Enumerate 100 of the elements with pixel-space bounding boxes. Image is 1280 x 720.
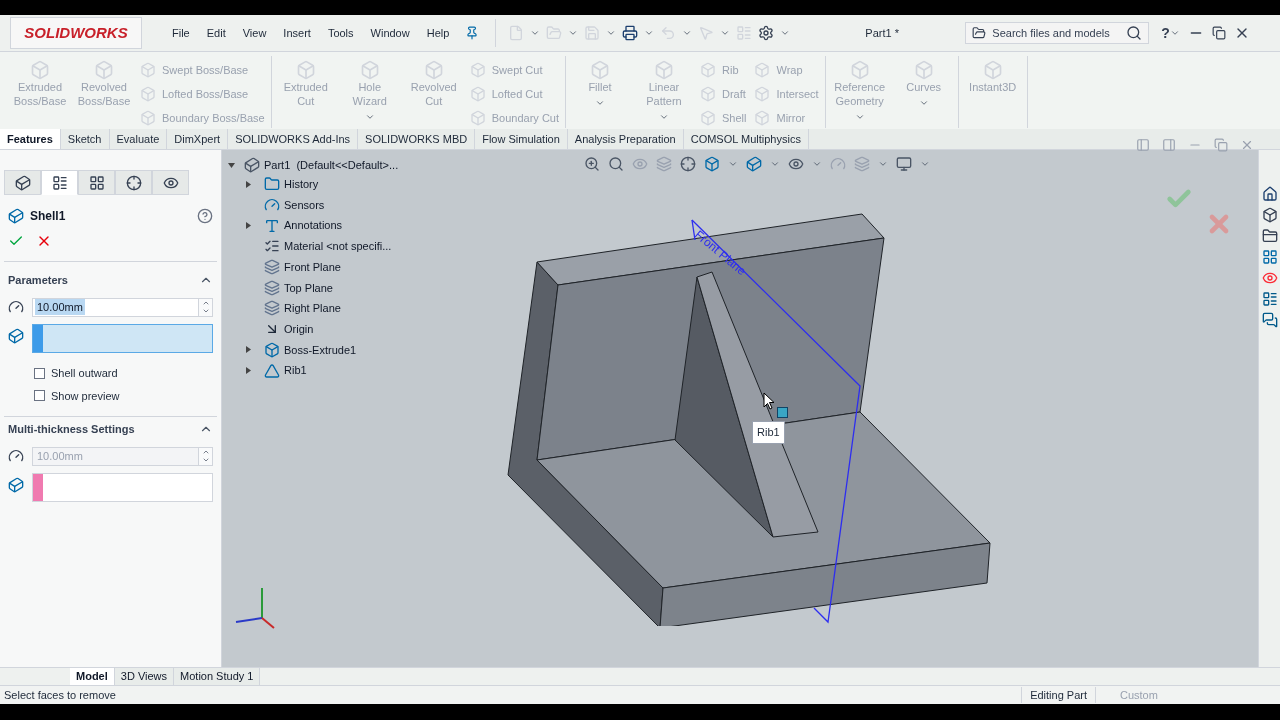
menu-item[interactable]: View — [242, 24, 267, 42]
cube-icon — [469, 110, 486, 126]
cube-icon — [849, 60, 870, 80]
model-tab[interactable]: Model — [70, 668, 115, 685]
tree-item[interactable]: Front Plane — [284, 258, 341, 276]
plane-icon — [264, 279, 280, 296]
cube-icon — [295, 60, 316, 80]
search-field[interactable]: Search files and models — [965, 22, 1150, 44]
spin-button[interactable] — [198, 298, 212, 316]
cube-icon — [754, 62, 771, 78]
search-icon[interactable] — [608, 156, 624, 172]
caret-icon[interactable] — [780, 28, 791, 38]
cube-icon — [754, 86, 771, 102]
home-icon[interactable] — [1261, 186, 1278, 202]
selection-handle[interactable] — [777, 407, 788, 418]
cube-icon — [30, 60, 50, 80]
caret-icon[interactable] — [878, 159, 888, 169]
caret-icon[interactable] — [770, 159, 780, 169]
caret-icon[interactable] — [1169, 28, 1180, 38]
list-icon[interactable] — [1261, 291, 1278, 307]
settings-icon[interactable] — [758, 25, 775, 41]
faces-list-field[interactable] — [32, 324, 213, 353]
zoom-icon[interactable] — [584, 156, 600, 172]
part-icon — [14, 174, 31, 191]
cube-icon — [359, 60, 380, 80]
panel-tab[interactable] — [115, 170, 152, 195]
menu-item[interactable]: Insert — [283, 24, 311, 42]
expand-arrow-icon[interactable] — [246, 367, 251, 375]
checkbox-option[interactable]: Show preview — [34, 387, 221, 404]
panel-left-icon[interactable] — [1136, 138, 1150, 152]
eye-icon[interactable] — [788, 156, 804, 172]
caret-icon[interactable] — [644, 28, 655, 38]
panel-right-icon[interactable] — [1162, 138, 1176, 152]
feature-title: Shell1 — [30, 208, 66, 225]
cube-icon — [982, 60, 1003, 80]
caret-icon[interactable] — [606, 28, 617, 38]
tree-item[interactable]: Boss-Extrude1 — [284, 341, 357, 359]
status-mode: Editing Part — [1021, 686, 1096, 704]
grid-icon[interactable] — [1261, 249, 1278, 265]
checkbox-option[interactable]: Shell outward — [34, 365, 221, 382]
expand-arrow-icon[interactable] — [246, 180, 251, 188]
panel-tab[interactable] — [152, 170, 189, 195]
tree-item[interactable]: Annotations — [284, 217, 343, 234]
crosshair-icon — [125, 174, 142, 191]
caret-icon[interactable] — [720, 28, 731, 38]
caret-icon[interactable] — [530, 28, 541, 38]
caret-icon[interactable] — [920, 159, 930, 169]
eye-icon[interactable] — [1261, 270, 1278, 286]
caret-icon[interactable] — [728, 159, 738, 169]
faces-list-field[interactable] — [32, 473, 213, 502]
caret-icon[interactable] — [568, 28, 579, 38]
cube-icon — [140, 86, 156, 102]
collapse-arrow-icon[interactable] — [228, 161, 235, 169]
expand-arrow-icon[interactable] — [246, 346, 251, 354]
command-tab[interactable]: Features — [0, 129, 61, 149]
tree-item[interactable]: History — [284, 176, 319, 193]
section-header[interactable]: Multi-thickness Settings — [0, 421, 221, 437]
help-icon[interactable] — [197, 208, 213, 224]
printer-icon[interactable] — [622, 25, 639, 41]
model-tab[interactable]: 3D Views — [114, 668, 175, 685]
tree-item[interactable]: Sensors — [284, 196, 325, 214]
document-title: Part1 * — [865, 25, 900, 41]
menu-item[interactable]: File — [172, 24, 190, 42]
cube-icon — [469, 62, 486, 78]
expand-arrow-icon[interactable] — [246, 222, 251, 230]
monitor-icon[interactable] — [896, 156, 912, 172]
pin-icon[interactable] — [465, 26, 480, 40]
menu-item[interactable]: Tools — [327, 24, 354, 42]
panel-tab[interactable] — [78, 170, 115, 195]
tree-item[interactable]: Origin — [284, 320, 314, 338]
model-tab[interactable]: Motion Study 1 — [174, 668, 261, 685]
caret-icon[interactable] — [812, 159, 822, 169]
section-header[interactable]: Parameters — [0, 272, 221, 288]
crosshair-icon[interactable] — [680, 156, 696, 172]
restore-icon[interactable] — [1211, 26, 1226, 40]
folder-icon — [972, 26, 987, 40]
tree-item[interactable]: Right Plane — [284, 300, 341, 317]
tree-item[interactable]: Top Plane — [284, 279, 333, 297]
search-icon[interactable] — [1126, 25, 1143, 41]
app-logo: SOLIDWORKS — [10, 17, 142, 49]
grid-icon — [88, 174, 105, 191]
panel-tab[interactable] — [41, 170, 78, 195]
panel-tab[interactable] — [4, 170, 41, 195]
help-button[interactable]: ? — [1161, 22, 1170, 44]
folder-icon[interactable] — [1261, 228, 1278, 244]
cube-icon — [700, 62, 716, 78]
tree-item[interactable]: Part1 (Default<<Default>... — [264, 156, 399, 174]
spin-down-icon[interactable] — [201, 307, 210, 315]
menu-item[interactable]: Window — [370, 24, 410, 42]
tree-item[interactable]: Rib1 — [284, 362, 307, 379]
menu-item[interactable]: Edit — [206, 24, 226, 42]
tree-item[interactable]: Material <not specifi... — [284, 238, 392, 255]
spin-up-icon[interactable] — [201, 299, 210, 307]
cube-icon — [469, 86, 486, 102]
menu-item[interactable]: Help — [426, 24, 450, 42]
cube-icon[interactable] — [1261, 207, 1278, 223]
thickness-field[interactable]: 10.00mm — [32, 297, 213, 317]
chat-icon[interactable] — [1261, 312, 1278, 328]
plane-icon — [264, 300, 280, 317]
caret-icon[interactable] — [682, 28, 693, 38]
